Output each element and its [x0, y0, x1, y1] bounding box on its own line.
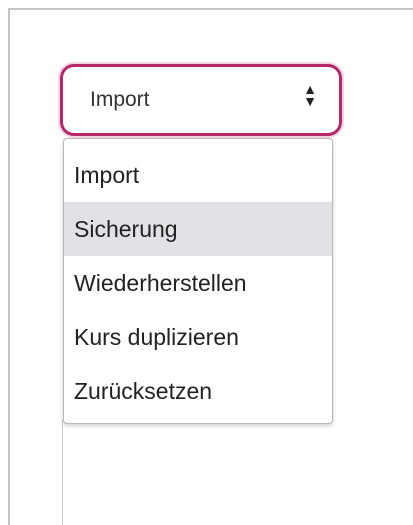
- option-sicherung[interactable]: Sicherung: [64, 202, 332, 256]
- option-zuruecksetzen[interactable]: Zurücksetzen: [64, 364, 332, 418]
- divider: [62, 420, 63, 525]
- option-wiederherstellen[interactable]: Wiederherstellen: [64, 256, 332, 310]
- option-import[interactable]: Import: [64, 148, 332, 202]
- action-select[interactable]: Import ▲ ▼: [60, 64, 342, 136]
- option-kurs-duplizieren[interactable]: Kurs duplizieren: [64, 310, 332, 364]
- select-value: Import: [90, 88, 150, 111]
- select-dropdown-menu: Import Sicherung Wiederherstellen Kurs d…: [63, 138, 333, 424]
- sort-arrows-icon: ▲ ▼: [303, 81, 317, 109]
